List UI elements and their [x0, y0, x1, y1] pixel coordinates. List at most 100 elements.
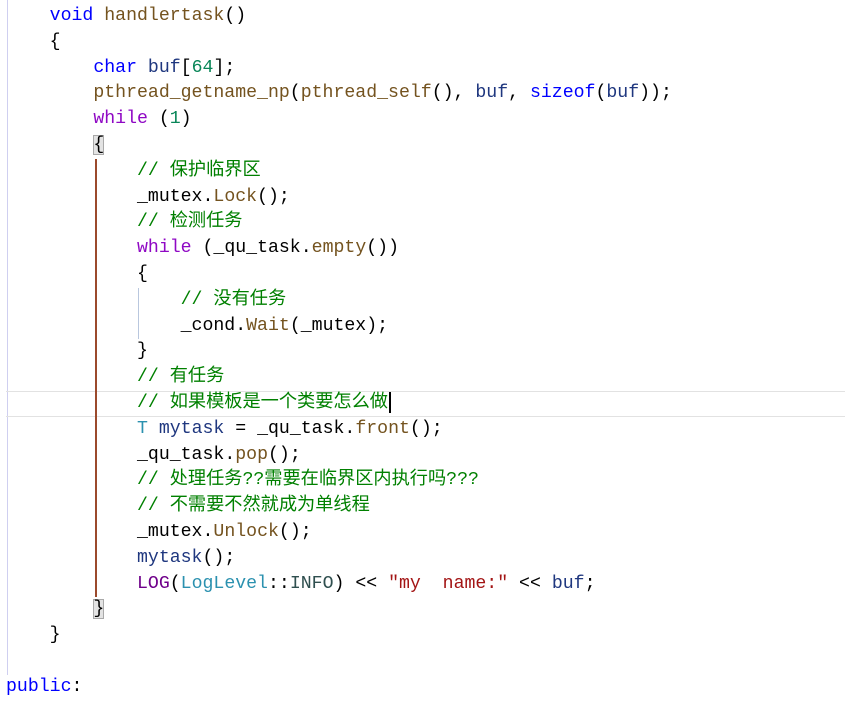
function-token: handlertask — [104, 6, 225, 26]
code-line[interactable]: public: — [6, 675, 845, 701]
code-line[interactable]: void handlertask() — [6, 4, 845, 30]
matched-brace: } — [93, 599, 105, 620]
punctuation-token: . — [344, 418, 356, 439]
code-line[interactable]: // 保护临界区 — [6, 159, 845, 185]
punctuation-token: ( — [289, 83, 301, 104]
function-token: Unlock — [213, 521, 279, 542]
punctuation-token: ]; — [213, 57, 236, 78]
code-line[interactable]: mytask(); — [6, 546, 845, 572]
number-token: 64 — [191, 57, 214, 78]
matched-brace: { — [93, 134, 105, 155]
local-variable-token: mytask — [158, 418, 225, 439]
code-line[interactable]: // 不需要不然就成为单线程 — [6, 494, 845, 520]
code-line[interactable]: _mutex.Unlock(); — [6, 520, 845, 546]
code-line[interactable]: } — [6, 597, 845, 623]
member-field-token: _mutex — [136, 186, 203, 207]
punctuation-token: ( — [289, 315, 301, 336]
code-line[interactable]: _cond.Wait(_mutex); — [6, 314, 845, 340]
punctuation-token: . — [202, 521, 214, 542]
punctuation-token: ( — [595, 83, 607, 104]
comment-token: // 检测任务 — [136, 212, 243, 233]
keyword-token: public — [6, 676, 72, 697]
punctuation-token: . — [224, 444, 236, 465]
punctuation-token: = — [224, 418, 258, 439]
code-line[interactable]: T mytask = _qu_task.front(); — [6, 417, 845, 443]
punctuation-token: (); — [278, 521, 312, 542]
member-field-token: _mutex — [300, 315, 367, 336]
member-field-token: _qu_task — [257, 418, 345, 439]
punctuation-token: (); — [409, 418, 443, 439]
punctuation-token: , — [508, 83, 530, 104]
punctuation-token: ) — [180, 109, 192, 130]
brace-token: } — [49, 625, 61, 646]
function-token: pthread_getname_np — [93, 83, 290, 104]
punctuation-token: . — [300, 238, 312, 259]
member-field-token: _qu_task — [213, 238, 301, 259]
code-lines: void handlertask() { char buf[64]; pthre… — [6, 4, 845, 701]
code-line[interactable]: while (_qu_task.empty()) — [6, 236, 845, 262]
brace-token: { — [49, 31, 61, 52]
code-line[interactable]: LOG(LogLevel::INFO) << "my name:" << buf… — [6, 572, 845, 598]
text-cursor — [388, 391, 391, 413]
punctuation-token: . — [235, 315, 247, 336]
code-line[interactable]: // 检测任务 — [6, 210, 845, 236]
code-line[interactable]: // 没有任务 — [6, 288, 845, 314]
code-line[interactable] — [6, 649, 845, 675]
comment-token: // 有任务 — [136, 367, 225, 388]
local-variable-token: buf — [475, 83, 509, 104]
code-line[interactable]: pthread_getname_np(pthread_self(), buf, … — [6, 81, 845, 107]
code-line[interactable]: // 有任务 — [6, 365, 845, 391]
macro-token: LOG — [136, 573, 170, 594]
code-line[interactable]: { — [6, 262, 845, 288]
control-keyword-token: while — [93, 109, 148, 130]
punctuation-token: () — [224, 6, 247, 26]
code-line[interactable]: _qu_task.pop(); — [6, 443, 845, 469]
punctuation-token: << — [508, 573, 552, 594]
enum-member-token: INFO — [289, 573, 334, 594]
code-line[interactable]: // 处理任务??需要在临界区内执行吗??? — [6, 468, 845, 494]
keyword-token: sizeof — [529, 83, 596, 104]
code-line[interactable]: _mutex.Lock(); — [6, 185, 845, 211]
local-variable-token: mytask — [136, 547, 203, 568]
punctuation-token: ( — [147, 109, 170, 130]
code-line[interactable]: char buf[64]; — [6, 56, 845, 82]
comment-token: // 处理任务??需要在临界区内执行吗??? — [136, 470, 479, 491]
local-variable-token: buf — [147, 57, 181, 78]
member-field-token: _cond — [180, 315, 236, 336]
punctuation-token: ()) — [366, 238, 399, 259]
code-line[interactable]: // 如果模板是一个类要怎么做 — [6, 391, 845, 417]
punctuation-token: ; — [584, 573, 596, 594]
code-line[interactable]: } — [6, 623, 845, 649]
code-line[interactable]: { — [6, 30, 845, 56]
code-line[interactable]: } — [6, 339, 845, 365]
comment-token: // 保护临界区 — [136, 160, 261, 181]
code-line[interactable]: while (1) — [6, 107, 845, 133]
comment-token: // 不需要不然就成为单线程 — [136, 496, 370, 517]
code-line[interactable]: { — [6, 133, 845, 159]
punctuation-token: (); — [267, 444, 301, 465]
function-token: pthread_self — [300, 83, 432, 104]
punctuation-token: [ — [180, 57, 192, 78]
code-editor[interactable]: void handlertask() { char buf[64]; pthre… — [0, 0, 845, 705]
string-token: "my name:" — [388, 573, 509, 594]
